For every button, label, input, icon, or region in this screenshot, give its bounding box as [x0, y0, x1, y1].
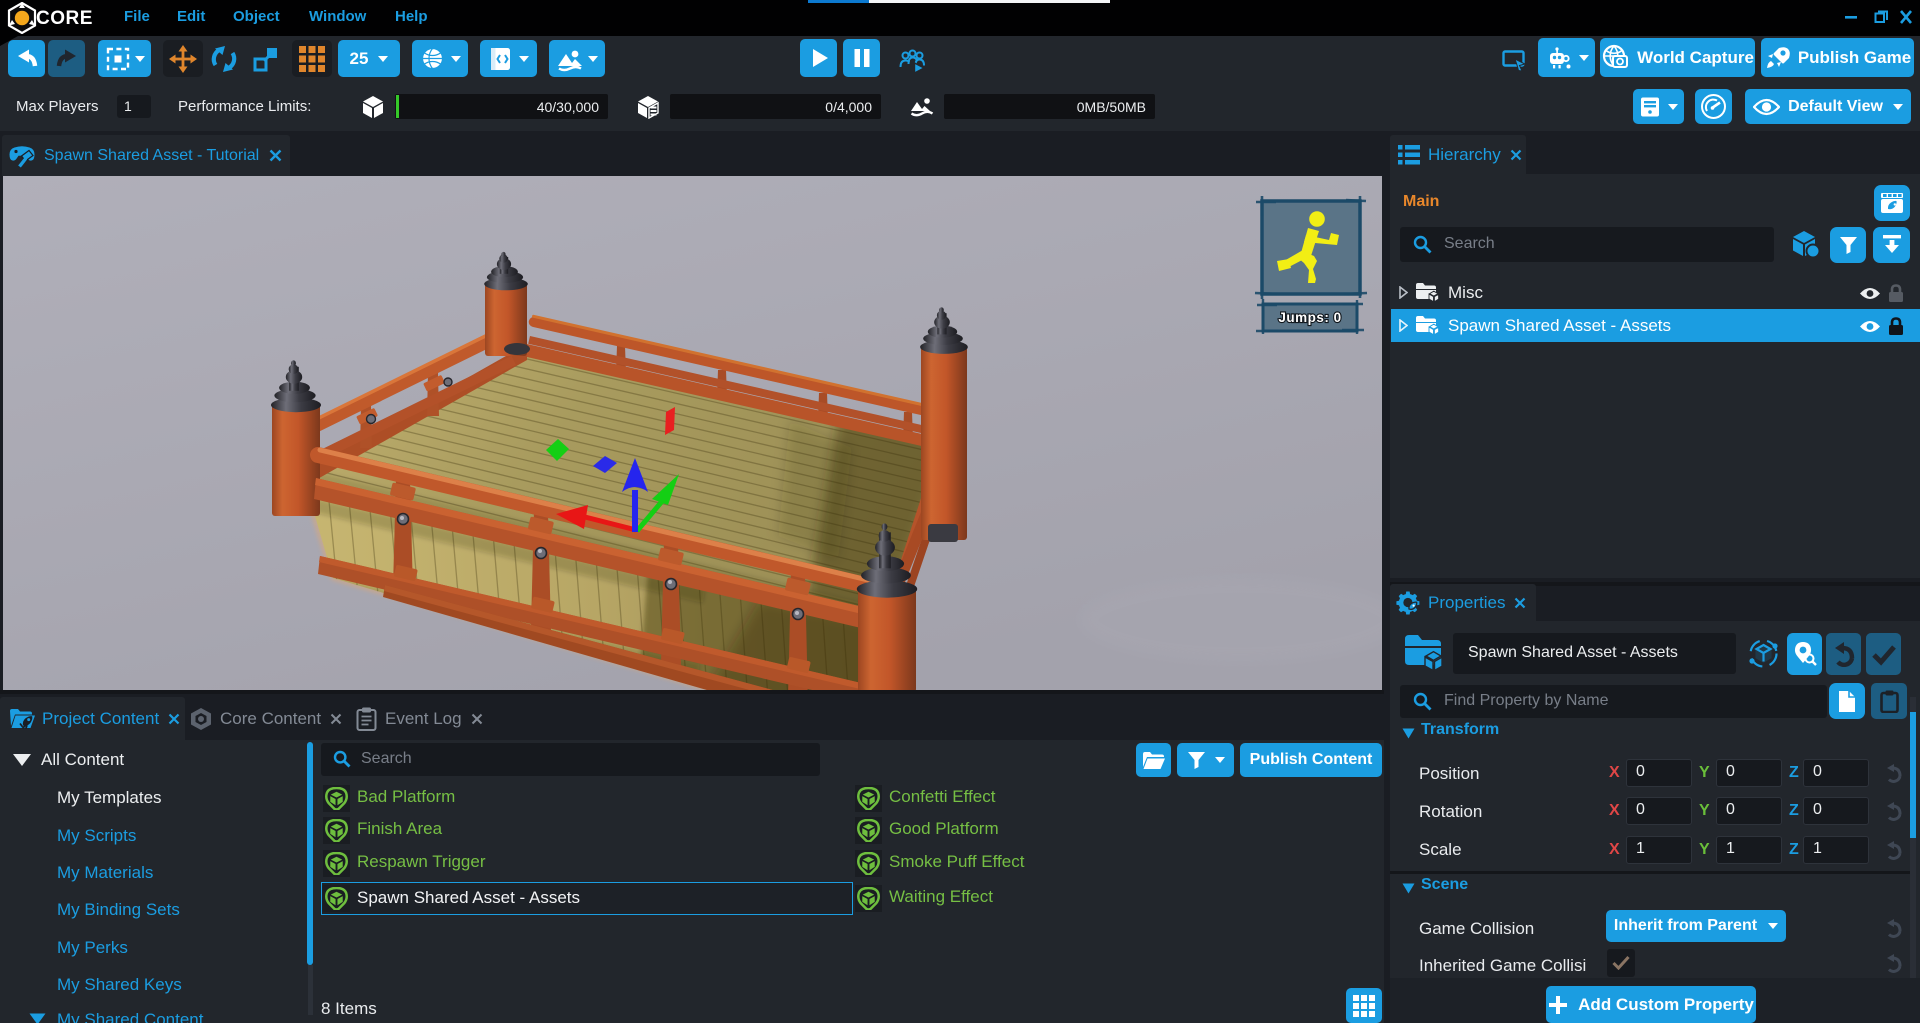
- svg-text:CORE: CORE: [36, 8, 93, 29]
- svg-text:Jumps: 0: Jumps: 0: [1278, 310, 1341, 325]
